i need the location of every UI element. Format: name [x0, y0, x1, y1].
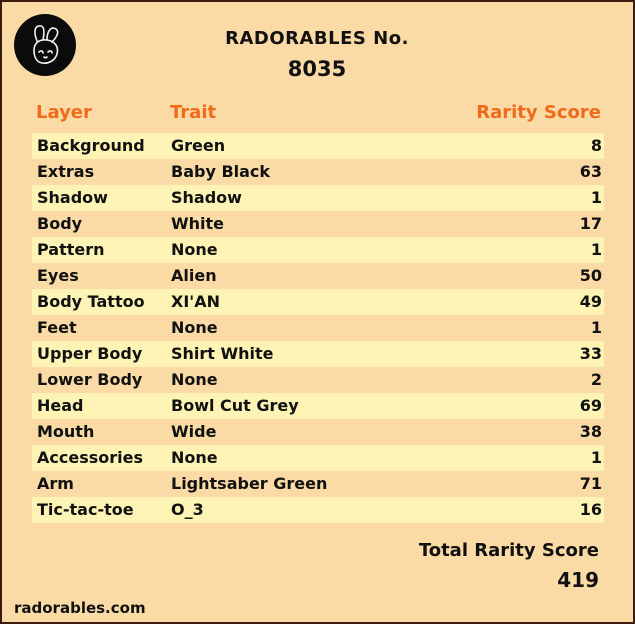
layer-cell: Upper Body: [37, 344, 143, 363]
score-cell: 17: [579, 214, 602, 233]
table-row: Mouth Wide 38: [32, 419, 604, 445]
trait-cell: Wide: [171, 422, 217, 441]
score-cell: 63: [579, 162, 602, 181]
table-row: Tic-tac-toe O_3 16: [32, 497, 604, 523]
score-cell: 33: [579, 344, 602, 363]
trait-cell: Lightsaber Green: [171, 474, 328, 493]
table-row: Head Bowl Cut Grey 69: [32, 393, 604, 419]
layer-cell: Feet: [37, 318, 77, 337]
score-cell: 1: [590, 318, 602, 337]
score-cell: 16: [579, 500, 602, 519]
trait-cell: Shirt White: [171, 344, 274, 363]
website-link[interactable]: radorables.com: [14, 599, 146, 617]
score-cell: 8: [590, 136, 602, 155]
trait-cell: None: [171, 370, 218, 389]
table-row: Arm Lightsaber Green 71: [32, 471, 604, 497]
layer-cell: Body Tattoo: [37, 292, 145, 311]
score-cell: 1: [590, 448, 602, 467]
table-row: Lower Body None 2: [32, 367, 604, 393]
layer-cell: Eyes: [37, 266, 79, 285]
trait-cell: None: [171, 318, 218, 337]
layer-cell: Background: [37, 136, 145, 155]
score-cell: 1: [590, 240, 602, 259]
table-row: Background Green 8: [32, 133, 604, 159]
bunny-head-icon: [14, 14, 76, 76]
trait-cell: None: [171, 240, 218, 259]
table-row: Extras Baby Black 63: [32, 159, 604, 185]
score-cell: 2: [590, 370, 602, 389]
trait-cell: Green: [171, 136, 226, 155]
token-number: 8035: [287, 57, 347, 81]
trait-cell: None: [171, 448, 218, 467]
score-cell: 69: [579, 396, 602, 415]
trait-cell: Shadow: [171, 188, 242, 207]
layer-cell: Extras: [37, 162, 95, 181]
trait-cell: White: [171, 214, 225, 233]
rarity-card: RADORABLES No. 8035 Layer Trait Rarity S…: [2, 2, 633, 622]
trait-cell: O_3: [171, 500, 204, 519]
trait-cell: Baby Black: [171, 162, 271, 181]
table-row: Eyes Alien 50: [32, 263, 604, 289]
score-cell: 49: [579, 292, 602, 311]
table-row: Accessories None 1: [32, 445, 604, 471]
column-header-rarity-score: Rarity Score: [476, 102, 601, 123]
table-row: Feet None 1: [32, 315, 604, 341]
score-cell: 50: [579, 266, 602, 285]
column-header-layer: Layer: [36, 102, 92, 123]
table-row: Body Tattoo XI'AN 49: [32, 289, 604, 315]
card-title: RADORABLES No.: [225, 28, 409, 49]
layer-cell: Pattern: [37, 240, 105, 259]
table-row: Shadow Shadow 1: [32, 185, 604, 211]
layer-cell: Head: [37, 396, 84, 415]
layer-cell: Accessories: [37, 448, 143, 467]
table-row: Pattern None 1: [32, 237, 604, 263]
total-rarity-label: Total Rarity Score: [418, 540, 599, 561]
layer-cell: Lower Body: [37, 370, 143, 389]
trait-cell: Bowl Cut Grey: [171, 396, 299, 415]
score-cell: 38: [579, 422, 602, 441]
score-cell: 1: [590, 188, 602, 207]
layer-cell: Shadow: [37, 188, 108, 207]
trait-cell: XI'AN: [171, 292, 220, 311]
layer-cell: Tic-tac-toe: [37, 500, 134, 519]
column-header-trait: Trait: [170, 102, 217, 123]
layer-cell: Mouth: [37, 422, 95, 441]
total-rarity-value: 419: [557, 568, 599, 592]
layer-cell: Arm: [37, 474, 74, 493]
table-row: Body White 17: [32, 211, 604, 237]
layer-cell: Body: [37, 214, 83, 233]
table-row: Upper Body Shirt White 33: [32, 341, 604, 367]
trait-cell: Alien: [171, 266, 217, 285]
traits-table: Background Green 8 Extras Baby Black 63 …: [32, 133, 604, 523]
score-cell: 71: [579, 474, 602, 493]
